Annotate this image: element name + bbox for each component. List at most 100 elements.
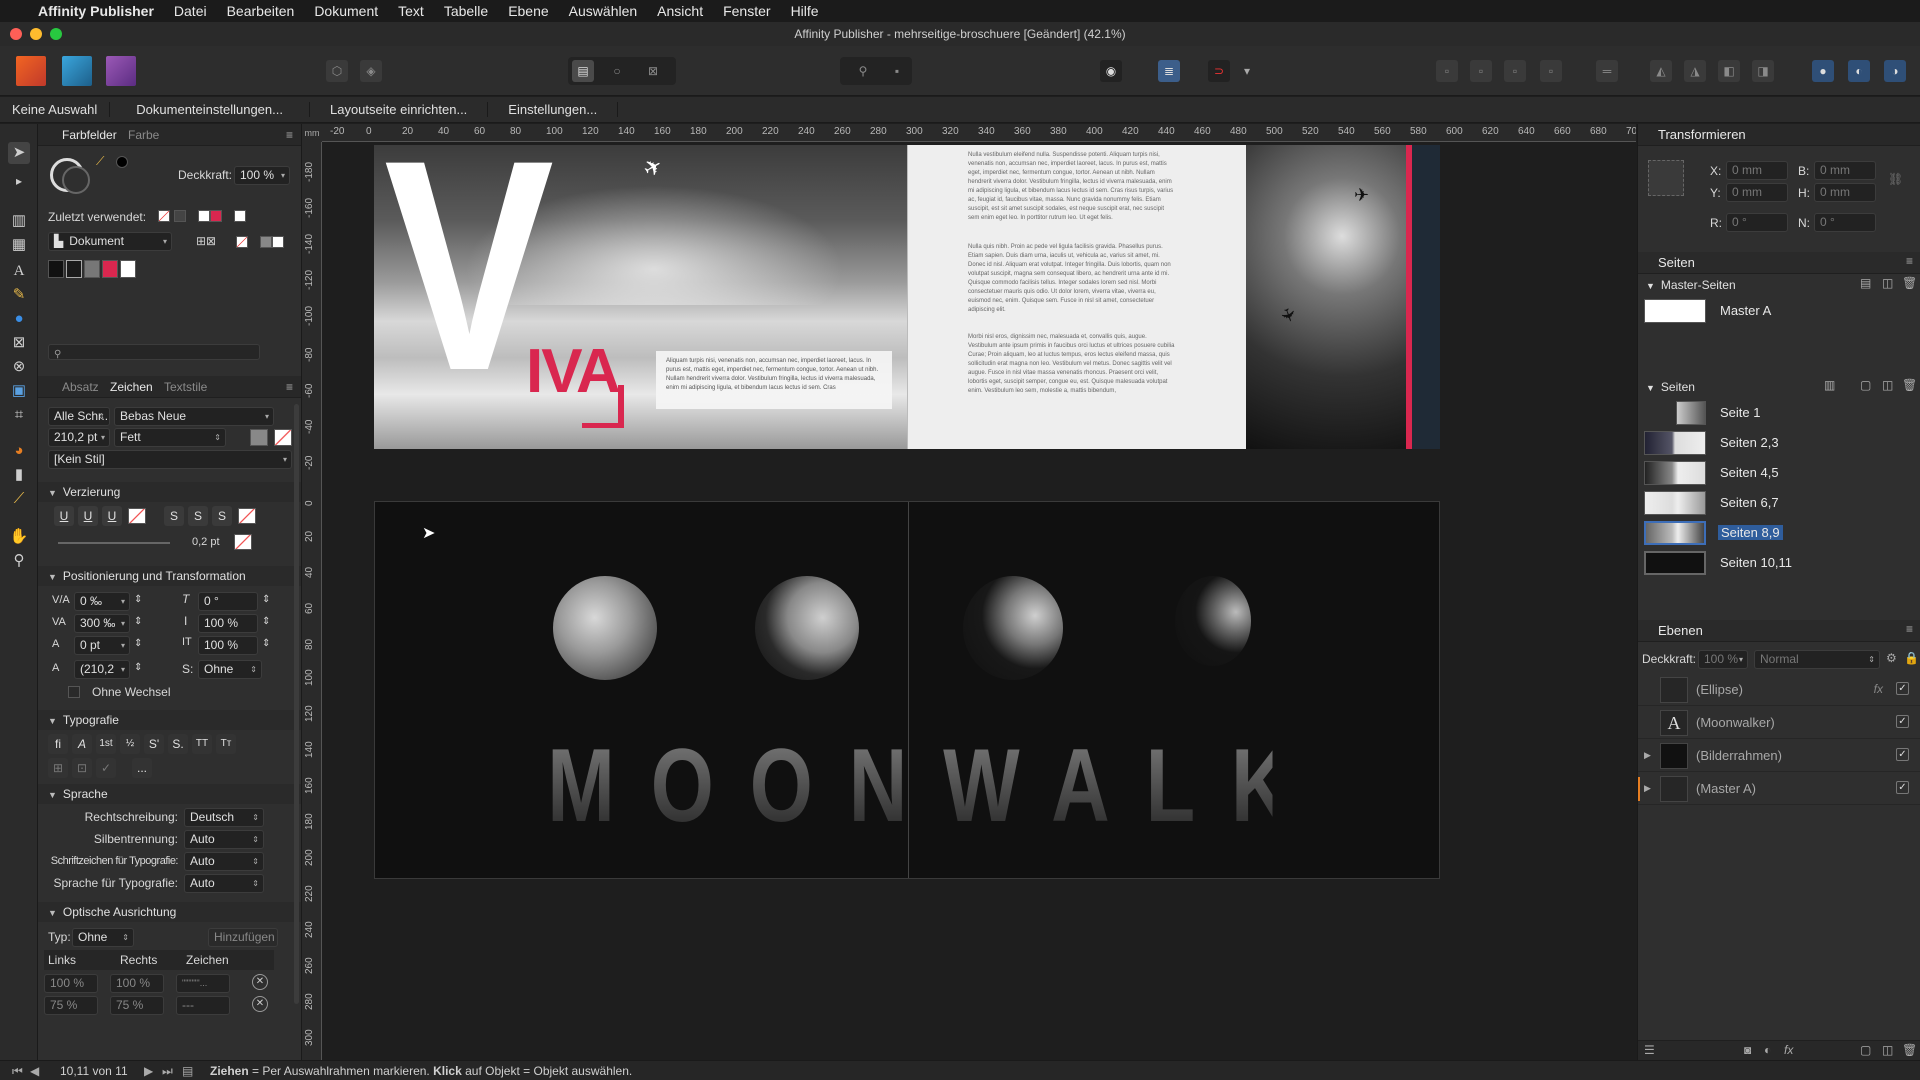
next-page-icon[interactable]: ▶ [144,1061,153,1080]
visibility-checkbox[interactable]: ✓ [1896,748,1909,761]
optical-chars-field-2[interactable]: --- [176,996,230,1015]
fx-icon[interactable]: fx [1874,682,1883,696]
move-back-icon[interactable]: ▫ [1470,60,1492,82]
stepper-icon[interactable]: ⇕ [262,638,270,649]
caption-text-frame[interactable]: Aliquam turpis nisi, venenatis non, accu… [656,351,892,409]
add-swatch-icon[interactable]: ⊞⊠ [196,234,216,248]
glyph-grid-button[interactable]: ⊞ [48,758,68,778]
palette-swatch-2[interactable] [66,260,82,278]
optical-right-field-2[interactable]: 75 % [110,996,164,1015]
tab-farbe[interactable]: Farbe [128,128,159,142]
recent-swatch-gray[interactable] [174,210,186,222]
boolean-add-icon[interactable]: ● [1812,60,1834,82]
visibility-checkbox[interactable]: ✓ [1896,781,1909,794]
text-frame-tool-icon[interactable]: ▥ [8,210,30,232]
tab-farbfelder[interactable]: Farbfelder [62,128,117,142]
double-underline-button[interactable]: U [78,506,98,526]
last-page-icon[interactable]: ⏭ [162,1061,173,1080]
table-tool-icon[interactable]: ▦ [8,234,30,256]
document-settings-button[interactable]: Dokumenteinstellungen... [110,102,310,117]
menu-auswaehlen[interactable]: Auswählen [569,3,638,19]
mask-icon[interactable]: ◙ [1744,1043,1751,1057]
snapping-magnet-icon[interactable]: ⊃ [1208,60,1230,82]
bleed-icon[interactable]: ⊠ [642,60,664,82]
stroke-color-swatch[interactable] [234,534,252,550]
underline-color-swatch[interactable] [128,508,146,524]
spread-pages-8-9[interactable]: ✈ V IVA Aliquam turpis nisi, venenatis n… [374,143,1440,449]
remove-row-icon[interactable]: ✕ [252,974,268,990]
flip-v-icon[interactable]: ◮ [1684,60,1706,82]
gear-icon[interactable]: ⚙ [1886,651,1897,665]
delete-master-icon[interactable]: 🗑 [1902,276,1917,290]
move-forward-icon[interactable]: ▫ [1436,60,1458,82]
recent-swatch-none[interactable] [158,210,170,222]
hand-tool-icon[interactable]: ✋ [8,526,30,548]
stepper-icon[interactable]: ⇕ [134,662,142,673]
snapping-dropdown-icon[interactable]: ▾ [1236,60,1258,82]
add-page-icon[interactable]: ▢ [1860,378,1871,392]
expand-triangle-icon[interactable]: ▶ [1644,750,1651,761]
page-row-10-11[interactable]: Seiten 10,11 [1644,550,1914,576]
baseline-field[interactable]: 0 pt ▾ [74,636,130,655]
shape-tool-icon[interactable]: ● [8,308,30,330]
master-a-row[interactable]: Master A [1644,298,1914,324]
palette-swatch-4[interactable] [102,260,118,278]
language-section-header[interactable]: ▼ Sprache [38,784,301,804]
artistic-text-tool-icon[interactable]: A [8,260,30,282]
optical-add-button[interactable]: Hinzufügen [208,928,278,947]
menu-bearbeiten[interactable]: Bearbeiten [227,3,295,19]
move-bottom-icon[interactable]: ▫ [1540,60,1562,82]
typography-language-dropdown[interactable]: Auto ⇕ [184,874,264,893]
underline-color-button[interactable]: U [102,506,122,526]
rotation-field[interactable]: 0 ° [1726,213,1788,232]
text-column-1[interactable]: Nulla vestibulum eleifend nulla. Suspend… [968,151,1176,231]
duplicate-master-icon[interactable]: ◫ [1882,276,1893,290]
full-moon-image[interactable] [553,576,657,680]
align-icon[interactable]: ═ [1596,60,1618,82]
zoom-window-button[interactable] [50,28,62,40]
master-pages-header[interactable]: ▼ Master-Seiten [1646,278,1736,292]
glyph-frame-button[interactable]: ⊡ [72,758,92,778]
pages-section-header[interactable]: ▼ Seiten [1646,380,1695,394]
menu-text[interactable]: Text [398,3,424,19]
panel-menu-icon[interactable]: ≡ [286,128,293,142]
decoration-section-header[interactable]: ▼ Verzierung [38,482,301,502]
italic-angle-field[interactable]: 0 ° [198,592,258,611]
stepper-icon[interactable]: ⇕ [134,616,142,627]
layer-row-moonwalker[interactable]: A (Moonwalker) ✓ [1638,707,1920,739]
effects-icon[interactable]: fx [1784,1043,1793,1057]
transparency-tool-icon[interactable]: ▮ [8,464,30,486]
rotate-right-icon[interactable]: ◨ [1752,60,1774,82]
layers-panel-header[interactable]: Ebenen [1638,620,1920,642]
recent-swatch-white[interactable] [198,210,210,222]
gray-swatch[interactable] [260,236,272,248]
menu-datei[interactable]: Datei [174,3,207,19]
layer-stack-icon[interactable]: ☰ [1644,1043,1655,1057]
strikethrough-button[interactable]: S [164,506,184,526]
double-strikethrough-button[interactable]: S [188,506,208,526]
stepper-icon[interactable]: ⇕ [262,594,270,605]
visibility-checkbox[interactable]: ✓ [1896,682,1909,695]
panel-menu-icon[interactable]: ≡ [1906,622,1913,636]
optical-section-header[interactable]: ▼ Optische Ausrichtung [38,902,301,922]
link-proportions-icon[interactable]: ⛓ [1888,172,1903,186]
half-moon-image[interactable] [963,576,1063,680]
stroke-color-well[interactable] [62,166,90,194]
layer-row-ellipse[interactable]: (Ellipse) fx ✓ [1638,674,1920,706]
optical-type-dropdown[interactable]: Ohne ⇕ [72,928,134,947]
prev-page-icon[interactable]: ◀ [30,1061,39,1080]
first-page-icon[interactable]: ⏮ [12,1061,23,1080]
positioning-section-header[interactable]: ▼ Positionierung und Transformation [38,566,301,586]
settings-button[interactable]: Einstellungen... [488,102,619,117]
page-row-1[interactable]: Seite 1 [1644,400,1914,426]
hyphenation-dropdown[interactable]: Auto ⇕ [184,830,264,849]
optical-chars-field[interactable]: """""'... [176,974,230,993]
move-front-icon[interactable]: ▫ [1504,60,1526,82]
delete-layer-icon[interactable]: 🗑 [1902,1043,1917,1057]
pen-tool-icon[interactable]: ✎ [8,284,30,306]
palette-dropdown[interactable]: ▙ Dokument ▾ [48,232,172,251]
fraction-button[interactable]: ½ [120,734,140,754]
rotate-left-icon[interactable]: ◧ [1718,60,1740,82]
crop-tool-icon[interactable]: ⌗ [8,404,30,426]
blend-mode-dropdown[interactable]: Normal ⇕ [1754,650,1880,669]
